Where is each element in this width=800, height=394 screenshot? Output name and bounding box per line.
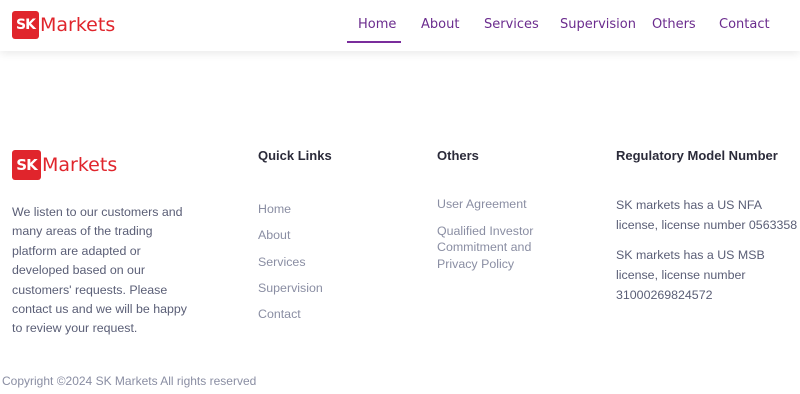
regulatory-title: Regulatory Model Number <box>616 148 778 163</box>
footer-link-contact[interactable]: Contact <box>258 301 323 327</box>
logo-mark: SK <box>12 150 41 180</box>
nav-home[interactable]: Home <box>358 17 396 32</box>
nav-services[interactable]: Services <box>484 17 539 32</box>
quick-links-list: Home About Services Supervision Contact <box>258 196 323 327</box>
main-nav: Home About Services Supervision Others C… <box>0 0 800 51</box>
copyright-text: Copyright ©2024 SK Markets All rights re… <box>2 374 257 388</box>
footer-link-user-agreement[interactable]: User Agreement <box>437 196 557 213</box>
regulatory-nfa-license: SK markets has a US NFA license, license… <box>616 198 798 232</box>
footer-logo[interactable]: SK Markets <box>12 150 117 180</box>
footer-link-services[interactable]: Services <box>258 249 323 275</box>
nav-active-indicator <box>347 41 401 43</box>
footer-link-home[interactable]: Home <box>258 196 323 222</box>
quick-links-title: Quick Links <box>258 148 332 163</box>
regulatory-msb-license: SK markets has a US MSB license, license… <box>616 248 765 302</box>
others-title: Others <box>437 148 479 163</box>
nav-contact[interactable]: Contact <box>719 17 770 32</box>
logo-text: Markets <box>42 154 118 176</box>
footer-link-supervision[interactable]: Supervision <box>258 275 323 301</box>
nav-others[interactable]: Others <box>652 17 696 32</box>
nav-about[interactable]: About <box>421 17 459 32</box>
site-header: SK Markets Home About Services Supervisi… <box>0 0 800 51</box>
nav-supervision[interactable]: Supervision <box>560 17 636 32</box>
others-list: User Agreement Qualified Investor Commit… <box>437 196 557 282</box>
footer-link-about[interactable]: About <box>258 222 323 248</box>
footer-link-privacy-policy[interactable]: Qualified Investor Commitment and Privac… <box>437 223 557 273</box>
footer-about-text: We listen to our customers and many area… <box>12 205 187 336</box>
